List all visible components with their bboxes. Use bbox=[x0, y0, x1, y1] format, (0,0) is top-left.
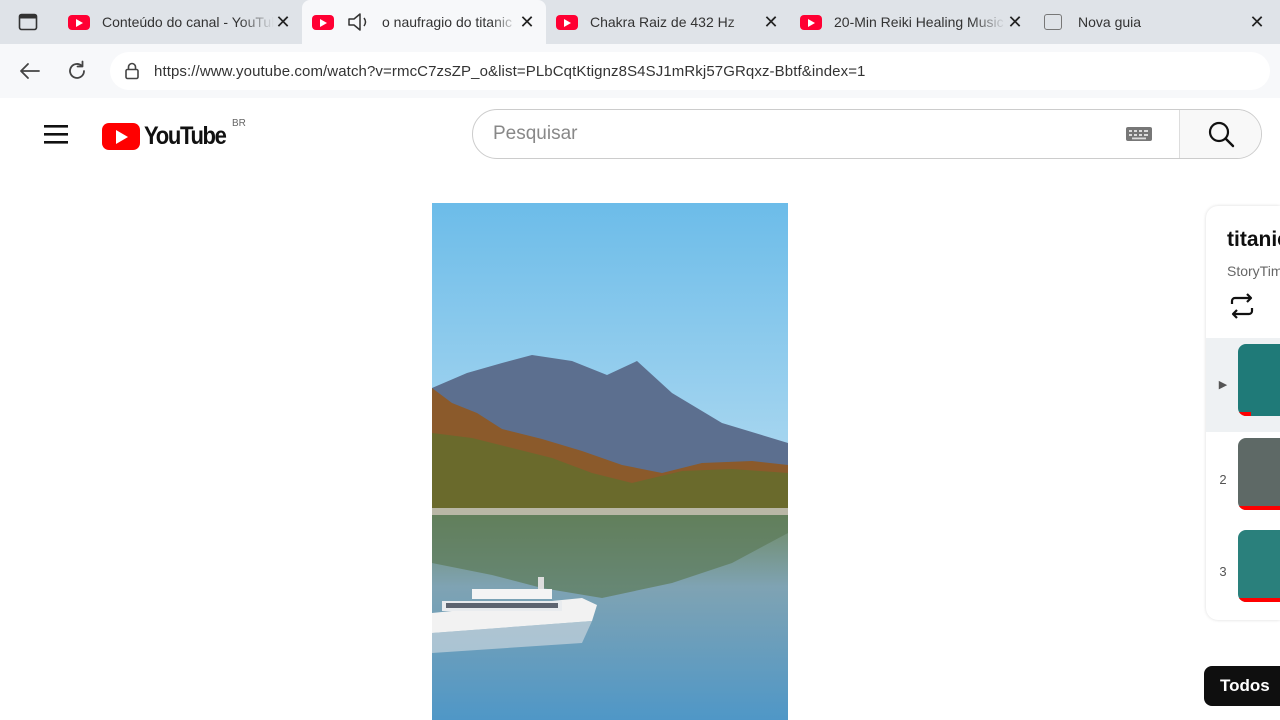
video-player[interactable] bbox=[432, 203, 788, 720]
playlist-item-thumbnail[interactable] bbox=[1238, 344, 1280, 416]
watch-progress-bar bbox=[1238, 506, 1280, 510]
playlist-item-index: 3 bbox=[1219, 564, 1227, 579]
browser-tab-active[interactable]: o naufragio do titanic ✕ bbox=[302, 0, 546, 44]
url-text: https://www.youtube.com/watch?v=rmcC7zsZ… bbox=[154, 62, 866, 80]
search-icon bbox=[1208, 121, 1234, 148]
url-field[interactable]: https://www.youtube.com/watch?v=rmcC7zsZ… bbox=[110, 52, 1270, 90]
playlist-item-index: 2 bbox=[1219, 472, 1227, 487]
youtube-logo-icon bbox=[102, 123, 140, 150]
country-code: BR bbox=[232, 118, 246, 129]
now-playing-indicator: ▶ bbox=[1218, 379, 1228, 391]
close-tab-icon[interactable]: ✕ bbox=[1248, 12, 1266, 33]
youtube-logo-text: YouTube bbox=[144, 122, 227, 150]
tab-title: 20-Min Reiki Healing Music bbox=[834, 14, 1004, 30]
close-tab-icon[interactable]: ✕ bbox=[1006, 12, 1024, 33]
search-button[interactable] bbox=[1179, 110, 1261, 158]
youtube-favicon-icon bbox=[68, 14, 90, 30]
close-tab-icon[interactable]: ✕ bbox=[518, 12, 536, 33]
browser-address-bar: https://www.youtube.com/watch?v=rmcC7zsZ… bbox=[0, 44, 1280, 98]
back-arrow-icon bbox=[20, 63, 40, 79]
playlist-panel: titanic StoryTime ▶ 2 3 bbox=[1206, 206, 1280, 620]
reload-icon bbox=[69, 60, 85, 79]
close-tab-icon[interactable]: ✕ bbox=[762, 12, 780, 33]
site-info-lock-icon[interactable] bbox=[122, 61, 142, 81]
hamburger-menu-icon bbox=[44, 125, 68, 144]
tab-title: o naufragio do titanic bbox=[382, 14, 512, 30]
guide-menu-button[interactable] bbox=[40, 122, 72, 146]
loop-icon bbox=[1230, 293, 1254, 319]
loop-playlist-button[interactable] bbox=[1226, 290, 1258, 322]
browser-tab-bar: Conteúdo do canal - YouTube ✕ o naufragi… bbox=[0, 0, 1280, 44]
tab-title: Nova guia bbox=[1078, 14, 1142, 30]
youtube-favicon-icon bbox=[312, 14, 334, 30]
playlist-item[interactable]: ▶ bbox=[1206, 338, 1280, 432]
playlist-channel[interactable]: StoryTime bbox=[1227, 263, 1280, 279]
tab-title: Chakra Raiz de 432 Hz bbox=[590, 14, 735, 30]
chip-all[interactable]: Todos bbox=[1204, 666, 1280, 706]
browser-tab[interactable]: 20-Min Reiki Healing Music ✕ bbox=[790, 0, 1034, 44]
speaker-icon[interactable] bbox=[346, 11, 372, 33]
tab-title: Conteúdo do canal - YouTube bbox=[102, 14, 274, 30]
new-tab-page-icon bbox=[1044, 14, 1062, 30]
playlist-item-thumbnail[interactable] bbox=[1238, 530, 1280, 602]
playlist-item[interactable]: 3 bbox=[1206, 524, 1280, 618]
tab-actions-menu-button[interactable] bbox=[14, 10, 42, 34]
browser-tab[interactable]: Nova guia ✕ bbox=[1034, 0, 1276, 44]
youtube-masthead: YouTube BR bbox=[0, 98, 1280, 170]
youtube-favicon-icon bbox=[800, 14, 822, 30]
search-input[interactable] bbox=[473, 110, 1125, 158]
playlist-item[interactable]: 2 bbox=[1206, 432, 1280, 526]
watch-progress-bar bbox=[1238, 412, 1251, 416]
playlist-item-thumbnail[interactable] bbox=[1238, 438, 1280, 510]
close-tab-icon[interactable]: ✕ bbox=[274, 12, 292, 33]
browser-tab[interactable]: Chakra Raiz de 432 Hz ✕ bbox=[546, 0, 790, 44]
watch-progress-bar bbox=[1238, 598, 1280, 602]
back-button[interactable] bbox=[15, 58, 43, 84]
playlist-title[interactable]: titanic bbox=[1227, 228, 1280, 252]
browser-tab[interactable]: Conteúdo do canal - YouTube ✕ bbox=[58, 0, 302, 44]
youtube-favicon-icon bbox=[556, 14, 578, 30]
keyboard-icon[interactable] bbox=[1125, 125, 1153, 143]
youtube-home-logo[interactable]: YouTube bbox=[102, 122, 237, 151]
reload-button[interactable] bbox=[63, 58, 91, 84]
search-bar bbox=[472, 109, 1262, 159]
video-frame-image bbox=[432, 203, 788, 720]
tab-actions-icon bbox=[18, 13, 38, 31]
